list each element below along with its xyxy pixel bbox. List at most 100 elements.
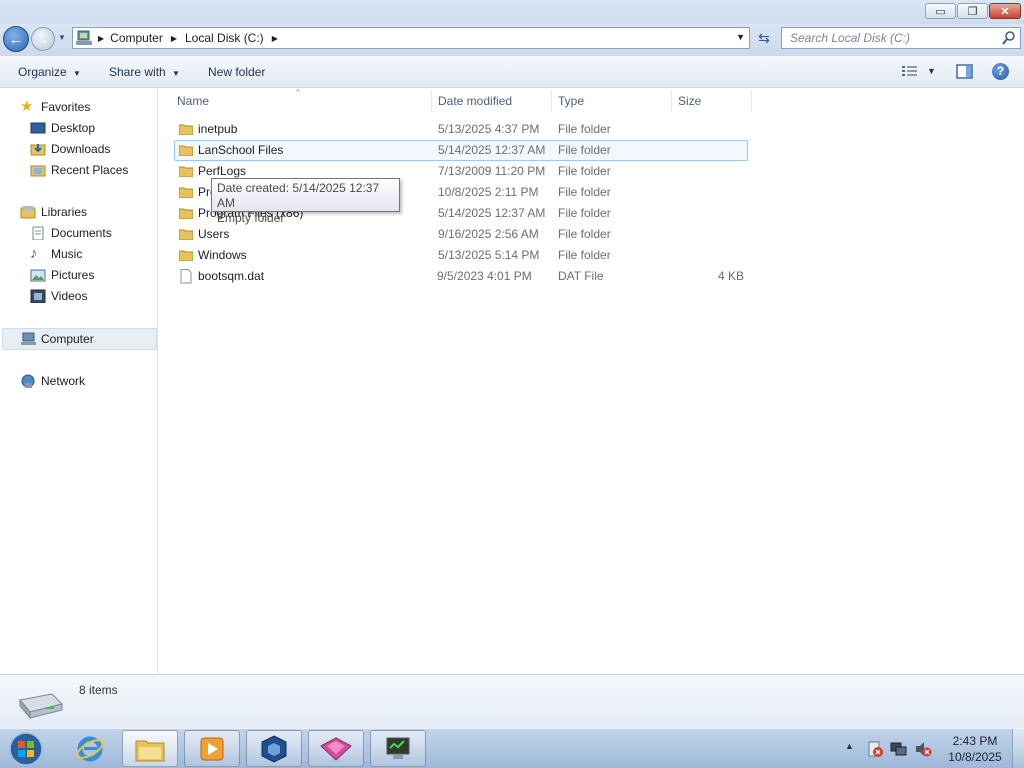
file-row-lanschool-files[interactable]: LanSchool Files 5/14/2025 12:37 AM File …	[174, 140, 748, 161]
address-history-dropdown[interactable]: ▼	[736, 32, 745, 42]
tooltip-folder-status: Empty folder	[217, 211, 285, 225]
close-button[interactable]: ✕	[989, 3, 1021, 19]
help-icon: ?	[996, 64, 1005, 78]
nav-favorites[interactable]: ★ Favorites	[20, 97, 90, 117]
file-size: 4 KB	[717, 269, 744, 283]
column-header-date-modified[interactable]: Date modified	[432, 90, 552, 112]
file-row-users[interactable]: Users 9/16/2025 2:56 AM File folder	[174, 224, 748, 245]
breadcrumb-local-disk[interactable]: Local Disk (C:)	[185, 31, 264, 45]
forward-button[interactable]: →	[31, 27, 55, 51]
nav-pictures[interactable]: Pictures	[30, 265, 94, 285]
restore-button[interactable]: ❐	[957, 3, 988, 19]
minimize-icon: ▭	[935, 5, 946, 18]
nav-recent-places[interactable]: Recent Places	[30, 160, 128, 180]
back-button[interactable]: ←	[3, 26, 29, 52]
chevron-down-icon: ▼	[73, 69, 81, 78]
show-desktop-button[interactable]	[1012, 729, 1024, 768]
action-center-icon[interactable]	[866, 740, 884, 758]
column-header-name[interactable]: Name ^	[171, 88, 432, 112]
nav-network-label: Network	[41, 374, 86, 388]
nav-computer[interactable]: Computer	[20, 329, 94, 349]
breadcrumb-chevron-icon[interactable]: ▶	[272, 34, 278, 43]
details-pane	[0, 674, 1024, 728]
change-view-button[interactable]	[902, 65, 918, 80]
computer-location-icon	[76, 30, 92, 45]
chevron-up-icon: ▲	[845, 741, 854, 751]
column-header-size[interactable]: Size	[672, 90, 752, 112]
file-row-windows[interactable]: Windows 5/13/2025 5:14 PM File folder	[174, 245, 748, 266]
computer-icon	[21, 332, 36, 345]
nav-documents-label: Documents	[51, 226, 112, 240]
nav-downloads[interactable]: Downloads	[30, 139, 110, 159]
nav-videos[interactable]: Videos	[30, 286, 87, 306]
view-options-dropdown[interactable]: ▼	[927, 66, 936, 76]
tooltip-date-created: Date created: 5/14/2025 12:37 AM	[217, 181, 380, 210]
taskbar-windows-explorer[interactable]	[122, 730, 178, 767]
volume-muted-icon[interactable]	[914, 740, 932, 758]
file-name: Windows	[198, 248, 247, 262]
folder-icon	[179, 250, 193, 261]
taskbar-media-player[interactable]	[184, 730, 240, 767]
show-hidden-icons-button[interactable]: ▲	[845, 741, 854, 751]
local-disk-drive-icon	[19, 693, 63, 720]
downloads-icon	[30, 144, 46, 156]
column-header-type[interactable]: Type	[552, 90, 672, 112]
breadcrumb-computer[interactable]: Computer	[110, 31, 163, 45]
taskbar-virtualbox[interactable]	[246, 730, 302, 767]
file-row-bootsqm-dat[interactable]: bootsqm.dat 9/5/2023 4:01 PM DAT File 4 …	[174, 266, 748, 287]
recent-pages-dropdown[interactable]: ▼	[58, 33, 66, 42]
preview-pane-button[interactable]	[956, 64, 973, 82]
nav-documents[interactable]: Documents	[30, 223, 112, 243]
windows-start-icon	[9, 731, 43, 766]
virtualbox-icon	[261, 734, 287, 763]
file-date: 5/13/2025 4:37 PM	[438, 122, 540, 136]
folder-icon	[179, 208, 193, 219]
taskbar-internet-explorer[interactable]	[62, 730, 118, 767]
file-type: DAT File	[558, 269, 604, 283]
title-bar	[0, 0, 1024, 24]
nav-music-label: Music	[51, 247, 83, 261]
clock[interactable]: 2:43 PM 10/8/2025	[942, 733, 1008, 765]
file-date: 9/16/2025 2:56 AM	[438, 227, 539, 241]
file-name: inetpub	[198, 122, 238, 136]
file-date: 10/8/2025 2:11 PM	[438, 185, 539, 199]
search-input[interactable]: Search Local Disk (C:)	[781, 27, 1021, 49]
column-size-label: Size	[678, 94, 702, 108]
network-status-icon[interactable]	[890, 740, 908, 758]
minimize-button[interactable]: ▭	[925, 3, 956, 19]
file-type: File folder	[558, 248, 611, 262]
nav-desktop-label: Desktop	[51, 121, 96, 135]
nav-music[interactable]: ♪ Music	[30, 244, 82, 264]
new-folder-button[interactable]: New folder	[208, 56, 265, 88]
taskbar-app-pink[interactable]	[308, 730, 364, 767]
file-date: 9/5/2023 4:01 PM	[437, 269, 532, 283]
file-type: File folder	[558, 227, 611, 241]
share-with-button[interactable]: Share with ▼	[109, 56, 180, 88]
file-row-inetpub[interactable]: inetpub 5/13/2025 4:37 PM File folder	[174, 119, 748, 140]
file-date: 5/14/2025 12:37 AM	[438, 206, 546, 220]
breadcrumb-chevron-icon[interactable]: ▶	[171, 34, 177, 43]
nav-libraries[interactable]: Libraries	[20, 202, 87, 222]
chevron-down-icon: ▼	[927, 66, 936, 76]
preview-pane-icon	[956, 64, 973, 79]
file-name: Users	[198, 227, 230, 241]
refresh-button[interactable]: ⇆	[753, 27, 775, 49]
organize-button[interactable]: Organize ▼	[18, 56, 81, 88]
videos-icon	[30, 289, 46, 303]
folder-icon	[179, 124, 193, 135]
folder-icon	[179, 166, 193, 177]
forward-arrow-icon: →	[36, 31, 50, 47]
folder-icon	[179, 187, 193, 198]
clock-time: 2:43 PM	[952, 734, 998, 748]
nav-network[interactable]: Network	[20, 371, 85, 391]
taskbar-remote-monitor[interactable]	[370, 730, 426, 767]
nav-videos-label: Videos	[51, 289, 88, 303]
file-name: bootsqm.dat	[198, 269, 265, 283]
new-folder-label: New folder	[208, 65, 266, 79]
start-button[interactable]	[6, 730, 46, 767]
back-arrow-icon: ←	[8, 30, 24, 48]
help-button[interactable]: ?	[992, 63, 1009, 80]
chevron-down-icon: ▼	[172, 69, 180, 78]
nav-desktop[interactable]: Desktop	[30, 118, 95, 138]
address-bar[interactable]: ▶ Computer ▶ Local Disk (C:) ▶ ▼	[72, 27, 750, 49]
